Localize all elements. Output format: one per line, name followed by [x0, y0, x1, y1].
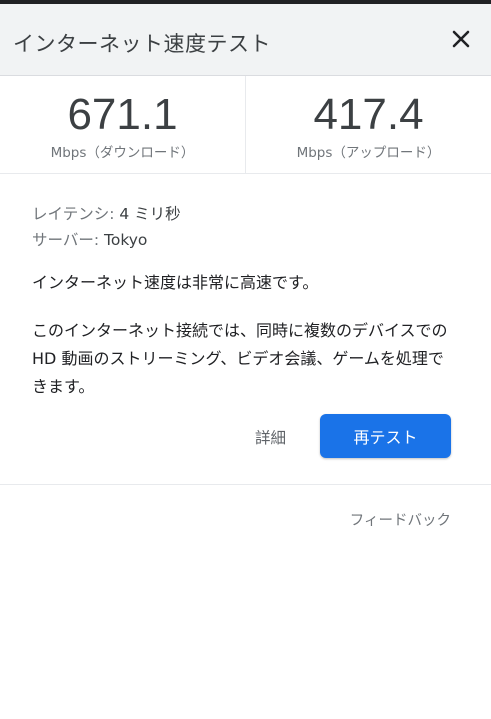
action-bar: 詳細 再テスト	[0, 414, 491, 458]
result-details: レイテンシ: 4 ミリ秒 サーバー: Tokyo インターネット速度は非常に高速…	[0, 174, 491, 401]
server-label: サーバー:	[32, 231, 100, 249]
divider	[0, 484, 491, 485]
dialog-title: インターネット速度テスト	[13, 32, 271, 56]
upload-speed: 417.4 Mbps（アップロード）	[246, 76, 491, 173]
download-speed-unit: Mbps（ダウンロード）	[50, 145, 195, 161]
latency-value: 4 ミリ秒	[119, 205, 181, 223]
dialog-header: インターネット速度テスト	[0, 4, 491, 76]
download-speed-value: 671.1	[67, 90, 178, 139]
latency-label: レイテンシ:	[32, 205, 115, 223]
speed-description: このインターネット接続では、同時に複数のデバイスでの HD 動画のストリーミング…	[32, 321, 448, 396]
retest-button[interactable]: 再テスト	[320, 414, 451, 458]
latency-line: レイテンシ: 4 ミリ秒	[32, 201, 451, 227]
server-line: サーバー: Tokyo	[32, 227, 451, 253]
download-speed: 671.1 Mbps（ダウンロード）	[0, 76, 246, 173]
upload-speed-unit: Mbps（アップロード）	[296, 145, 441, 161]
upload-speed-value: 417.4	[313, 90, 424, 139]
speed-results: 671.1 Mbps（ダウンロード） 417.4 Mbps（アップロード）	[0, 76, 491, 174]
feedback-link[interactable]: フィードバック	[350, 509, 451, 530]
close-icon[interactable]	[449, 27, 473, 51]
speed-status: インターネット速度は非常に高速です。	[32, 273, 319, 292]
server-value: Tokyo	[104, 231, 148, 249]
details-button[interactable]: 詳細	[255, 426, 286, 448]
